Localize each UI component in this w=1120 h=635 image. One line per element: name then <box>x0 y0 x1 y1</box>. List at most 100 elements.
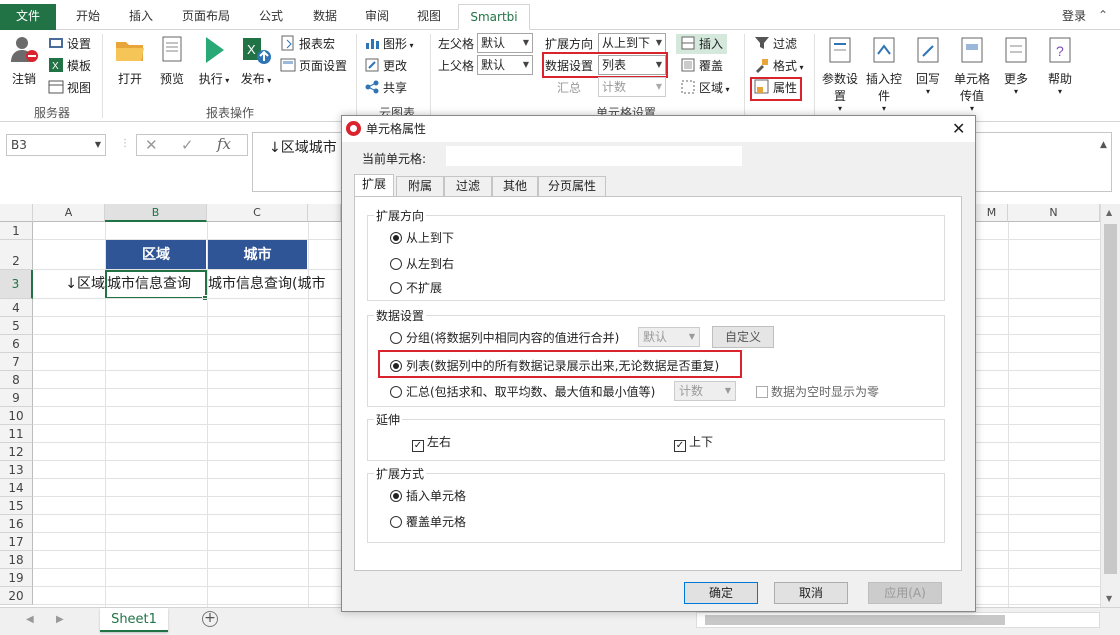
horizontal-scrollbar[interactable] <box>696 612 1100 628</box>
row-header[interactable]: 12 <box>0 443 33 461</box>
filter-button[interactable]: 过滤 <box>754 34 797 54</box>
sheet-tab[interactable]: Sheet1 <box>100 608 168 632</box>
row-header[interactable]: 20 <box>0 587 33 605</box>
cancel-button[interactable]: 取消 <box>774 582 848 604</box>
row-header[interactable]: 6 <box>0 335 33 353</box>
column-header[interactable]: M <box>976 204 1008 222</box>
area-button[interactable]: 区域 ▾ <box>680 78 730 98</box>
tab-insert[interactable]: 插入 <box>118 4 164 30</box>
radio-cover-cell[interactable]: 覆盖单元格 <box>390 514 466 530</box>
row-header[interactable]: 14 <box>0 479 33 497</box>
param-settings-button[interactable]: 参数设置 ▾ <box>818 34 862 113</box>
template-button[interactable]: X 模板 <box>48 56 91 76</box>
change-button[interactable]: 更改 <box>364 56 407 76</box>
column-header[interactable] <box>308 204 341 222</box>
row-header[interactable]: 10 <box>0 407 33 425</box>
share-button[interactable]: 共享 <box>364 78 407 98</box>
insert-button[interactable]: 插入 <box>676 34 728 54</box>
settings-button[interactable]: 设置 <box>48 34 91 54</box>
column-header[interactable]: A <box>33 204 105 222</box>
row-header[interactable]: 18 <box>0 551 33 569</box>
row-header[interactable]: 5 <box>0 317 33 335</box>
radio-no-expand[interactable]: 不扩展 <box>390 280 442 296</box>
column-header[interactable]: N <box>1008 204 1100 222</box>
row-header[interactable]: 13 <box>0 461 33 479</box>
insert-control-button[interactable]: 插入控件 ▾ <box>864 34 904 113</box>
cell-a3[interactable]: ↓区域 <box>34 271 105 298</box>
checkbox-up-down[interactable]: ✓ 上下 <box>674 434 713 452</box>
page-setup-button[interactable]: 页面设置 <box>280 56 347 76</box>
logout-button[interactable]: 注销 <box>6 34 42 87</box>
row-header[interactable]: 17 <box>0 533 33 551</box>
row-header[interactable]: 7 <box>0 353 33 371</box>
shape-button[interactable]: 图形 ▾ <box>364 34 414 54</box>
tab-paging[interactable]: 分页属性 <box>538 176 606 196</box>
format-button[interactable]: 格式 ▾ <box>754 56 804 76</box>
row-header[interactable]: 16 <box>0 515 33 533</box>
add-sheet-icon[interactable]: + <box>202 611 218 627</box>
publish-button[interactable]: X 发布 ▾ <box>236 34 276 87</box>
column-header[interactable]: C <box>207 204 308 222</box>
tab-expand[interactable]: 扩展 <box>354 174 394 197</box>
prev-sheet-icon[interactable]: ◀ <box>26 614 34 625</box>
radio-left-to-right[interactable]: 从左到右 <box>390 256 454 272</box>
vertical-scrollbar[interactable]: ▲ ▼ <box>1100 204 1120 608</box>
close-icon[interactable]: ✕ <box>952 116 965 142</box>
row-header[interactable]: 1 <box>0 222 33 240</box>
login-link[interactable]: 登录 <box>1052 4 1096 30</box>
cell-b2[interactable]: 区域 <box>106 240 206 270</box>
radio-insert-cell[interactable]: 插入单元格 <box>390 488 466 504</box>
tab-attached[interactable]: 附属 <box>396 176 444 196</box>
tab-other[interactable]: 其他 <box>492 176 538 196</box>
radio-summary[interactable]: 汇总(包括求和、取平均数、最大值和最小值等) <box>390 384 655 400</box>
select-all-corner[interactable] <box>0 204 33 222</box>
tab-formula[interactable]: 公式 <box>248 4 294 30</box>
run-button[interactable]: 执行 ▾ <box>194 34 234 87</box>
scroll-thumb[interactable] <box>1104 224 1117 574</box>
chevron-up-icon[interactable]: ▲ <box>1100 140 1107 150</box>
left-parent-select[interactable]: 默认 ▼ <box>477 33 533 53</box>
row-header[interactable]: 15 <box>0 497 33 515</box>
top-parent-select[interactable]: 默认 ▼ <box>477 55 533 75</box>
row-header[interactable]: 8 <box>0 371 33 389</box>
cover-button[interactable]: 覆盖 <box>680 56 723 76</box>
next-sheet-icon[interactable]: ▶ <box>56 614 64 625</box>
tab-home[interactable]: 开始 <box>64 4 112 30</box>
column-header[interactable]: B <box>105 204 207 222</box>
cancel-icon[interactable]: ✕ <box>145 136 158 154</box>
expand-dir-select[interactable]: 从上到下 ▼ <box>598 33 666 53</box>
confirm-icon[interactable]: ✓ <box>181 136 194 154</box>
tab-filter[interactable]: 过滤 <box>444 176 492 196</box>
tab-page-layout[interactable]: 页面布局 <box>172 4 240 30</box>
row-header[interactable]: 3 <box>0 270 33 299</box>
radio-top-to-bottom[interactable]: 从上到下 <box>390 230 454 246</box>
scroll-down-icon[interactable]: ▼ <box>1106 594 1112 603</box>
name-box[interactable]: B3 ▼ <box>6 134 106 156</box>
checkbox-left-right[interactable]: ✓ 左右 <box>412 434 451 452</box>
tab-file[interactable]: 文件 <box>0 4 56 30</box>
view-button[interactable]: 视图 <box>48 78 91 98</box>
cell-c2[interactable]: 城市 <box>208 240 307 270</box>
cell-pass-button[interactable]: 单元格传值 ▾ <box>950 34 994 113</box>
preview-button[interactable]: 预览 <box>152 34 192 87</box>
scroll-up-icon[interactable]: ▲ <box>1106 208 1112 217</box>
cell-b3[interactable]: 城市信息查询 <box>105 270 207 299</box>
ok-button[interactable]: 确定 <box>684 582 758 604</box>
tab-review[interactable]: 审阅 <box>354 4 400 30</box>
row-header[interactable]: 19 <box>0 569 33 587</box>
writeback-button[interactable]: 回写 ▾ <box>908 34 948 96</box>
tab-data[interactable]: 数据 <box>302 4 348 30</box>
row-header[interactable]: 2 <box>0 240 33 270</box>
function-icon[interactable]: fx <box>217 135 231 153</box>
help-button[interactable]: ? 帮助 ▾ <box>1040 34 1080 96</box>
row-header[interactable]: 11 <box>0 425 33 443</box>
tab-view[interactable]: 视图 <box>406 4 452 30</box>
tab-smartbi[interactable]: Smartbi <box>458 4 530 30</box>
radio-group[interactable]: 分组(将数据列中相同内容的值进行合并) <box>390 330 619 346</box>
row-header[interactable]: 9 <box>0 389 33 407</box>
report-macro-button[interactable]: 报表宏 <box>280 34 335 54</box>
scroll-thumb[interactable] <box>705 615 1005 625</box>
open-button[interactable]: 打开 <box>110 34 150 87</box>
more-button[interactable]: 更多 ▾ <box>996 34 1036 96</box>
row-header[interactable]: 4 <box>0 299 33 317</box>
